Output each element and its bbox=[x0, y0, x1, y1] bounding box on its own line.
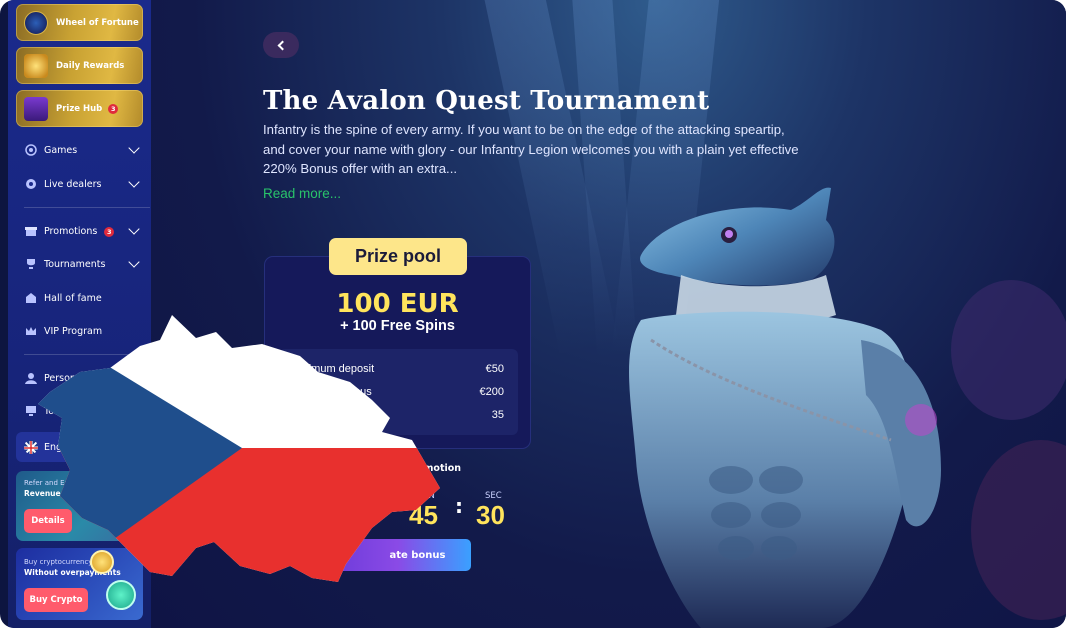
sidebar-item-personal-details[interactable]: Personal detai bbox=[24, 366, 142, 390]
timer-min-value: 45 bbox=[409, 500, 438, 530]
chevron-left-icon bbox=[277, 40, 288, 50]
monitor-icon bbox=[24, 404, 38, 418]
personal-details-label: Personal detai bbox=[44, 372, 112, 384]
sidebar-item-promotions[interactable]: Promotions 3 bbox=[24, 219, 142, 243]
crypto-card-title: Without overpayments bbox=[24, 568, 121, 577]
games-icon bbox=[24, 143, 38, 157]
refer-card-subtitle: Refer and Earn bbox=[24, 479, 77, 487]
prize-hub-label: Prize Hub bbox=[56, 103, 103, 114]
prize-details-table: Minimum deposit €50 Maximum bonus €200 3… bbox=[279, 349, 518, 435]
uk-flag-icon bbox=[24, 440, 38, 454]
tournaments-history-label: Tour bbox=[44, 405, 64, 417]
crown-icon bbox=[24, 324, 38, 338]
gold-coin-icon bbox=[90, 550, 114, 574]
table-row: Maximum bonus €200 bbox=[291, 386, 504, 398]
tournament-page: The Avalon Quest Tournament Infantry is … bbox=[151, 0, 1066, 628]
refer-card-title: Revenue until 30 bbox=[24, 489, 96, 498]
row-label: Maximum bonus bbox=[291, 386, 372, 398]
row-value: €50 bbox=[485, 363, 504, 375]
app-frame: The Avalon Quest Tournament Infantry is … bbox=[0, 0, 1066, 628]
page-title: The Avalon Quest Tournament bbox=[263, 86, 710, 116]
sidebar-item-tournaments[interactable]: Tournaments bbox=[24, 252, 142, 276]
prize-hub-badge: 3 bbox=[108, 103, 119, 114]
timer-separator: : bbox=[455, 494, 463, 518]
hall-of-fame-icon bbox=[24, 291, 38, 305]
chevron-down-icon bbox=[128, 142, 140, 154]
sidebar-item-live-dealers[interactable]: Live dealers bbox=[24, 172, 142, 196]
row-value: €200 bbox=[479, 386, 504, 398]
hall-of-fame-label: Hall of fame bbox=[44, 292, 102, 304]
chevron-down-icon bbox=[128, 256, 140, 268]
sidebar-item-games[interactable]: Games bbox=[24, 138, 142, 162]
sidebar-item-tournaments-history[interactable]: Tour bbox=[24, 399, 142, 423]
tournaments-icon bbox=[24, 257, 38, 271]
wheel-of-fortune-button[interactable]: Wheel of Fortune bbox=[16, 4, 143, 41]
games-label: Games bbox=[44, 144, 78, 156]
fish-warrior-illustration bbox=[629, 187, 941, 628]
user-icon bbox=[24, 371, 38, 385]
sidebar: Wheel of Fortune Daily Rewards Prize Hub… bbox=[8, 0, 151, 628]
chevron-down-icon bbox=[128, 223, 140, 235]
chevron-down-icon bbox=[128, 176, 140, 188]
read-more-link[interactable]: Read more... bbox=[263, 186, 341, 201]
back-button[interactable] bbox=[263, 32, 299, 58]
promotion-ends-label: omotion bbox=[417, 463, 462, 474]
divider bbox=[24, 354, 150, 355]
sidebar-item-hall-of-fame[interactable]: Hall of fame bbox=[24, 286, 142, 310]
prize-amount: 100 EUR bbox=[336, 289, 459, 319]
sidebar-item-vip-program[interactable]: VIP Program bbox=[24, 319, 142, 343]
tether-coin-icon bbox=[106, 580, 136, 610]
prize-pool-label: Prize pool bbox=[329, 238, 467, 275]
language-label: Eng bbox=[44, 441, 63, 453]
details-button[interactable]: Details bbox=[24, 509, 72, 533]
buy-crypto-card: Buy cryptocurrency Without overpayments … bbox=[16, 548, 143, 620]
buy-crypto-button[interactable]: Buy Crypto bbox=[24, 588, 88, 612]
timer-sec-value: 30 bbox=[476, 500, 505, 530]
activate-bonus-button[interactable]: ate bonus bbox=[324, 539, 471, 571]
tournament-description: Infantry is the spine of every army. If … bbox=[263, 122, 799, 176]
prize-free-spins: + 100 Free Spins bbox=[340, 318, 455, 334]
treasure-chest-icon bbox=[24, 96, 48, 121]
crypto-card-subtitle: Buy cryptocurrency bbox=[24, 558, 93, 566]
promotions-label: Promotions 3 bbox=[44, 226, 130, 237]
divider bbox=[24, 207, 150, 208]
wheel-icon bbox=[24, 10, 48, 35]
promotions-badge: 3 bbox=[104, 226, 115, 237]
wheel-of-fortune-label: Wheel of Fortune bbox=[56, 17, 139, 28]
language-selector[interactable]: Eng bbox=[16, 432, 143, 462]
refer-earn-card: Refer and Earn Revenue until 30 Details bbox=[16, 471, 143, 541]
live-dealers-icon bbox=[24, 177, 38, 191]
promotions-icon bbox=[24, 224, 38, 238]
daily-rewards-label: Daily Rewards bbox=[56, 60, 125, 71]
row-label: Minimum deposit bbox=[291, 363, 375, 375]
row-value: 35 bbox=[491, 409, 504, 421]
daily-rewards-button[interactable]: Daily Rewards bbox=[16, 47, 143, 84]
trophy-icon bbox=[24, 53, 48, 78]
prize-hub-button[interactable]: Prize Hub 3 bbox=[16, 90, 143, 127]
table-row: 35 bbox=[291, 409, 504, 421]
table-row: Minimum deposit €50 bbox=[291, 363, 504, 375]
vip-program-label: VIP Program bbox=[44, 325, 103, 337]
tournaments-label: Tournaments bbox=[44, 258, 106, 270]
live-dealers-label: Live dealers bbox=[44, 178, 102, 190]
